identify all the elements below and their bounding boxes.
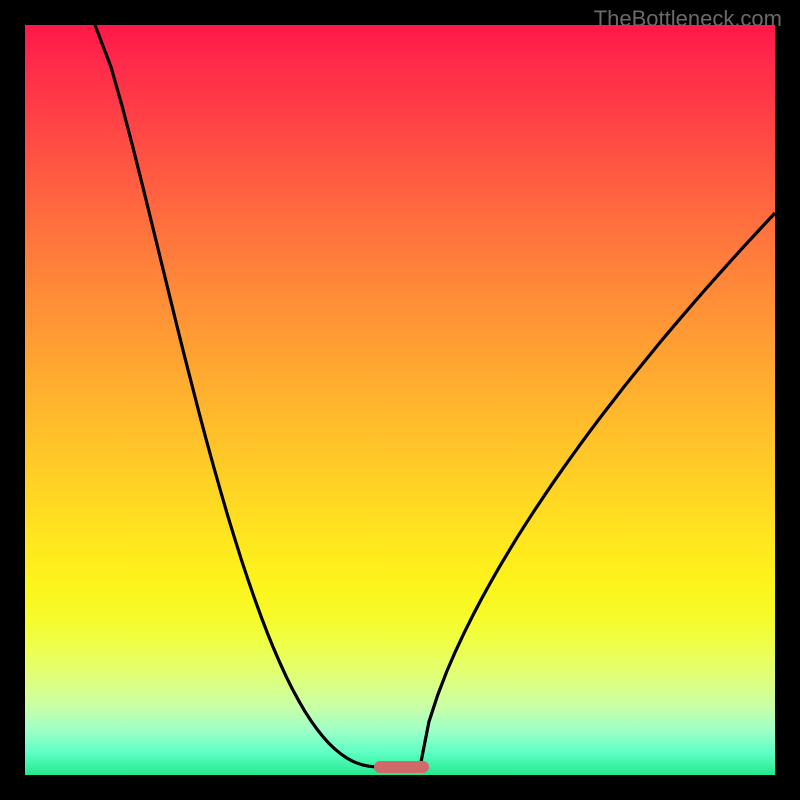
left-bottleneck-curve [95, 25, 380, 767]
right-bottleneck-curve [420, 213, 775, 767]
curve-overlay [25, 25, 775, 775]
watermark-text: TheBottleneck.com [594, 6, 782, 32]
optimal-range-marker [374, 761, 429, 773]
bottleneck-plot [25, 25, 775, 775]
